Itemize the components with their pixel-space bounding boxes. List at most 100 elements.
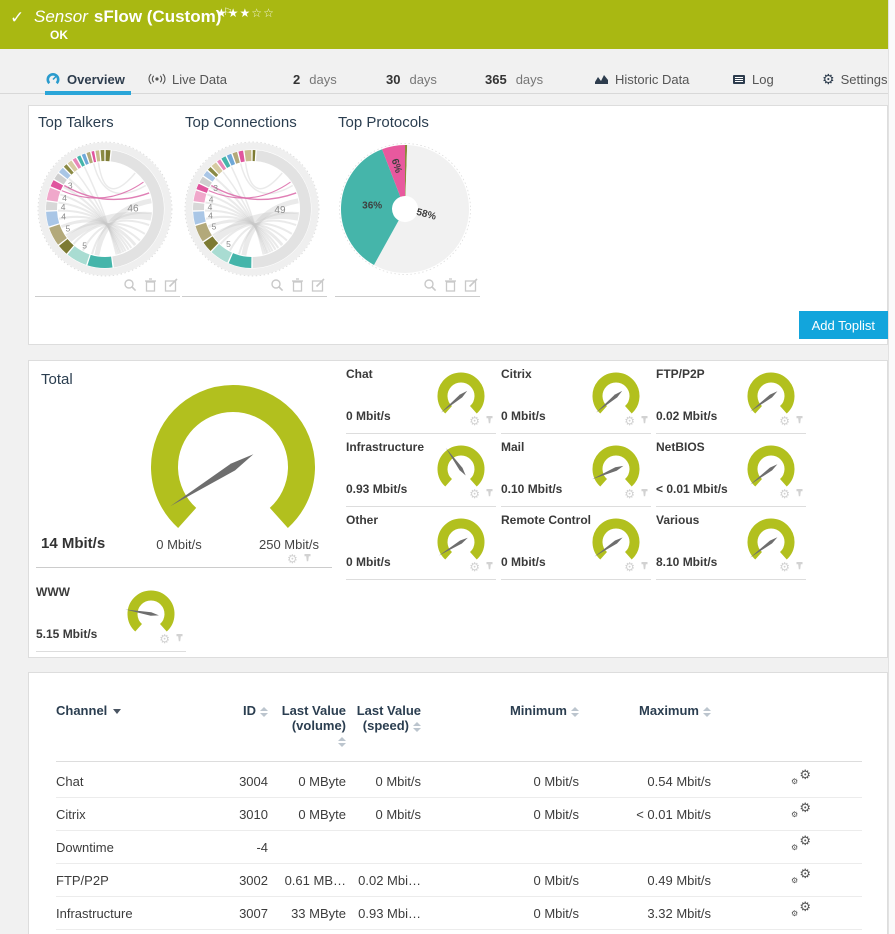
table-row-ftp-p2p[interactable]: FTP/P2P30020.61 MB…0.02 Mbi…0 Mbit/s0.49… [56, 864, 862, 897]
gauge-value: 0.10 Mbit/s [501, 482, 562, 496]
channel-gauge [432, 442, 490, 494]
maximum-value: 0.54 Mbit/s [579, 765, 711, 798]
star-icon[interactable]: ★ [228, 6, 240, 20]
maximum-value: 3.32 Mbit/s [579, 897, 711, 930]
gear-icon[interactable]: ⚙ [624, 415, 635, 427]
channel-gauge [587, 442, 645, 494]
gauge-cell-other: Other0 Mbit/s⚙ [346, 511, 496, 580]
tab-settings[interactable]: ⚙ Settings [822, 64, 888, 94]
column-header-channel[interactable]: Channel [56, 703, 206, 718]
trash-icon[interactable] [144, 278, 157, 292]
star-icon[interactable]: ★ [240, 6, 252, 20]
channel-settings-gears-icon[interactable]: ⚙⚙ [791, 834, 811, 852]
toplist-top-connections: Top Connections 49554443 [182, 114, 327, 297]
table-row-citrix[interactable]: Citrix30100 MByte0 Mbit/s0 Mbit/s< 0.01 … [56, 798, 862, 831]
gear-icon[interactable]: ⚙ [624, 561, 635, 573]
gear-icon[interactable]: ⚙ [159, 633, 170, 645]
log-icon [732, 74, 746, 85]
svg-text:49: 49 [274, 205, 286, 216]
tab-2-days-word: days [309, 72, 336, 87]
gear-icon[interactable]: ⚙ [469, 488, 480, 500]
priority-stars[interactable]: ★★★☆☆ [216, 6, 275, 20]
gauge-value: 5.15 Mbit/s [36, 627, 97, 641]
column-header-last-value-volume[interactable]: Last Value(volume) [268, 703, 346, 748]
channel-id: 3004 [206, 765, 268, 798]
pin-icon[interactable] [640, 561, 649, 573]
tab-historic-data[interactable]: Historic Data [594, 64, 689, 94]
pin-icon[interactable] [640, 488, 649, 500]
channel-settings-gears-icon[interactable]: ⚙⚙ [791, 867, 811, 885]
total-gauge-value: 14 Mbit/s [41, 535, 105, 552]
pin-icon[interactable] [485, 561, 494, 573]
tab-30-days[interactable]: 30days [386, 64, 437, 94]
top-talkers-chart[interactable]: 46554443 [35, 131, 175, 283]
maximum-value [579, 831, 711, 864]
channel-gauge [587, 515, 645, 567]
pin-icon[interactable] [303, 553, 312, 565]
pin-icon[interactable] [485, 415, 494, 427]
sensor-name: sFlow (Custom) [94, 7, 222, 26]
pin-icon[interactable] [795, 561, 804, 573]
top-protocols-chart[interactable]: 58%36%6% [335, 131, 475, 283]
svg-text:3: 3 [68, 181, 73, 191]
channel-id: -4 [206, 831, 268, 864]
column-header-last-value-speed[interactable]: Last Value(speed) [346, 703, 421, 733]
toplists-card: Top Talkers 46554443 Top Connections 495… [28, 105, 888, 345]
table-row-chat[interactable]: Chat30040 MByte0 Mbit/s0 Mbit/s0.54 Mbit… [56, 765, 862, 798]
gauge-cell-infrastructure: Infrastructure0.93 Mbit/s⚙ [346, 438, 496, 507]
gear-icon[interactable]: ⚙ [779, 415, 790, 427]
gear-icon[interactable]: ⚙ [469, 561, 480, 573]
gauge-label: NetBIOS [656, 440, 705, 454]
table-row-infrastructure[interactable]: Infrastructure300733 MByte0.93 Mbi…0 Mbi… [56, 897, 862, 930]
star-icon[interactable]: ★ [216, 6, 228, 20]
column-header-id[interactable]: ID [206, 703, 268, 718]
gauge-cell-netbios: NetBIOS< 0.01 Mbit/s⚙ [656, 438, 806, 507]
channel-gauge [432, 369, 490, 421]
gear-icon[interactable]: ⚙ [779, 488, 790, 500]
column-header-maximum[interactable]: Maximum [579, 703, 711, 718]
edit-icon[interactable] [464, 278, 478, 292]
gear-icon[interactable]: ⚙ [779, 561, 790, 573]
zoom-icon[interactable] [423, 278, 437, 292]
svg-text:5: 5 [226, 239, 231, 249]
toplist-top-protocols: Top Protocols 58%36%6% [335, 114, 480, 297]
last-value-volume [268, 831, 346, 864]
divider [36, 567, 332, 568]
tab-settings-label: Settings [841, 72, 888, 87]
tab-2-days[interactable]: 2days [293, 64, 337, 94]
pin-icon[interactable] [795, 488, 804, 500]
tab-30-days-num: 30 [386, 72, 400, 87]
add-toplist-button[interactable]: Add Toplist [799, 311, 888, 339]
pin-icon[interactable] [795, 415, 804, 427]
column-header-minimum[interactable]: Minimum [421, 703, 579, 718]
tab-overview[interactable]: Overview [45, 64, 125, 94]
channel-settings-gears-icon[interactable]: ⚙⚙ [791, 900, 811, 918]
star-icon[interactable]: ☆ [263, 6, 275, 20]
gauge-value: 0 Mbit/s [501, 409, 546, 423]
gear-icon[interactable]: ⚙ [624, 488, 635, 500]
page-title: SensorsFlow (Custom)⚐ [34, 7, 232, 27]
trash-icon[interactable] [444, 278, 457, 292]
pin-icon[interactable] [175, 633, 184, 645]
gear-icon[interactable]: ⚙ [287, 553, 298, 565]
zoom-icon[interactable] [123, 278, 137, 292]
tab-365-days[interactable]: 365days [485, 64, 543, 94]
pin-icon[interactable] [485, 488, 494, 500]
top-connections-chart[interactable]: 49554443 [182, 131, 322, 283]
channel-settings-gears-icon[interactable]: ⚙⚙ [791, 768, 811, 786]
zoom-icon[interactable] [270, 278, 284, 292]
gauge-cell-www: WWW5.15 Mbit/s⚙ [36, 583, 186, 652]
trash-icon[interactable] [291, 278, 304, 292]
star-icon[interactable]: ☆ [251, 6, 263, 20]
scrollbar[interactable] [888, 0, 895, 934]
edit-icon[interactable] [311, 278, 325, 292]
channel-settings-gears-icon[interactable]: ⚙⚙ [791, 801, 811, 819]
table-row-downtime[interactable]: Downtime-4⚙⚙ [56, 831, 862, 864]
tab-live-data[interactable]: Live Data [148, 64, 227, 94]
edit-icon[interactable] [164, 278, 178, 292]
tab-log[interactable]: Log [732, 64, 774, 94]
caret-down-icon [113, 709, 121, 714]
gear-icon[interactable]: ⚙ [469, 415, 480, 427]
gauge-cell-various: Various8.10 Mbit/s⚙ [656, 511, 806, 580]
pin-icon[interactable] [640, 415, 649, 427]
